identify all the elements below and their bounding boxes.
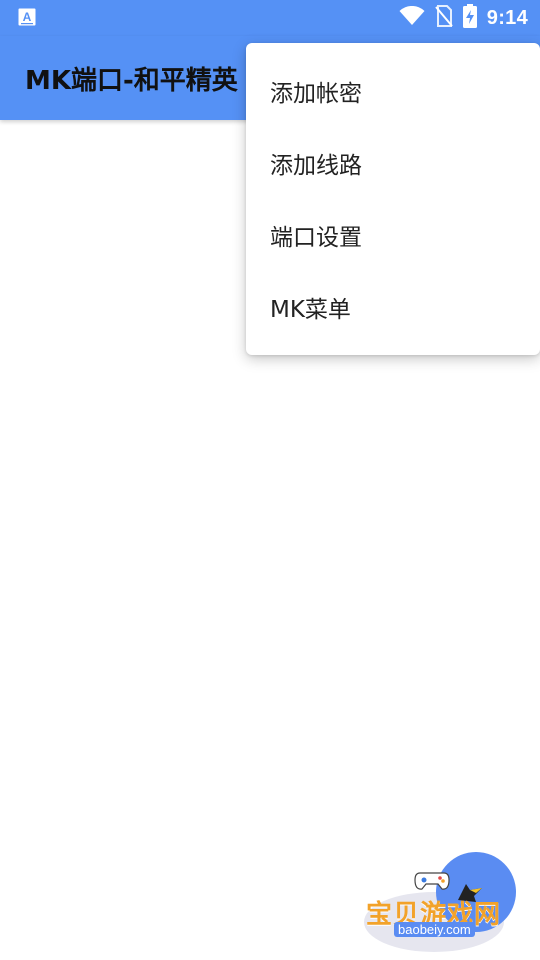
accessibility-a-icon: A (18, 8, 36, 26)
menu-item-add-route[interactable]: 添加线路 (246, 127, 540, 199)
battery-charging-icon (462, 4, 477, 32)
menu-item-port-settings[interactable]: 端口设置 (246, 199, 540, 271)
page-title: MK端口-和平精英 (25, 66, 238, 96)
status-time: 9:14 (486, 6, 528, 29)
menu-item-add-account[interactable]: 添加帐密 (246, 55, 540, 127)
watermark-subtext: baobeiy.com (394, 922, 475, 937)
status-bar: A 9:14 (0, 0, 540, 36)
no-sim-icon (435, 5, 453, 31)
svg-text:A: A (23, 10, 32, 24)
watermark-logo: 宝贝游戏网 baobeiy.com (352, 852, 520, 956)
menu-item-mk-menu[interactable]: MK菜单 (246, 271, 540, 343)
gamepad-icon (414, 870, 450, 892)
overflow-menu: 添加帐密 添加线路 端口设置 MK菜单 (246, 43, 540, 355)
wifi-icon (399, 5, 425, 30)
